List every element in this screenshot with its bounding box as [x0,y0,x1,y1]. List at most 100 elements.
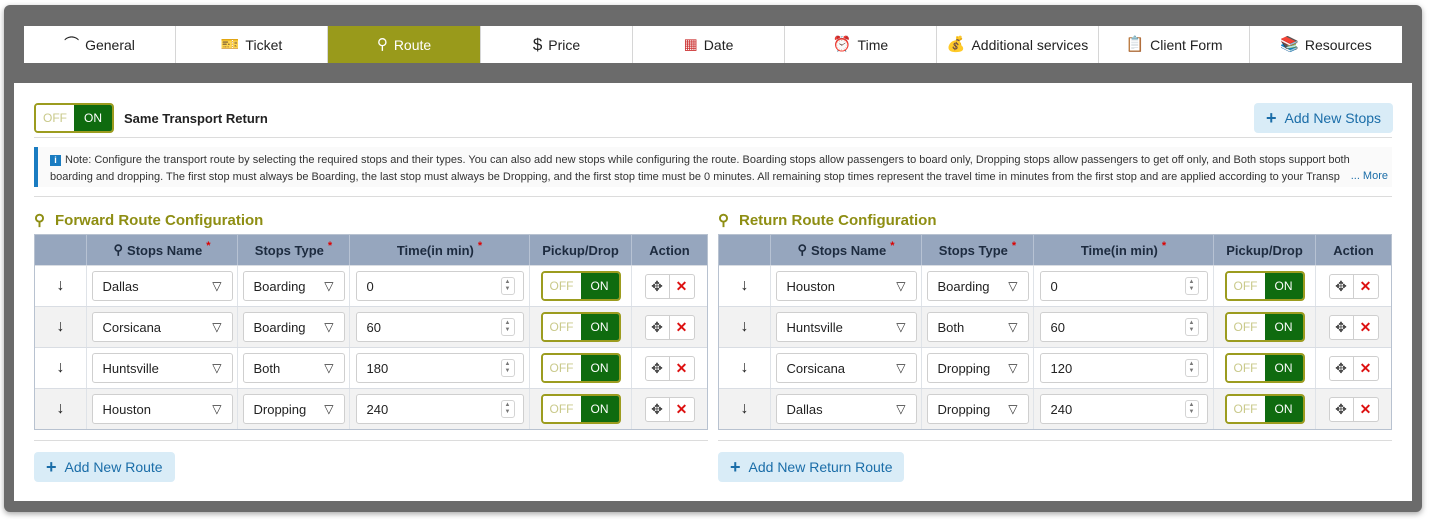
time-input[interactable]: 180 ▲ ▼ [355,353,524,383]
books-icon: 📚 [1280,36,1299,53]
add-new-route-button[interactable]: + Add New Route [34,452,175,482]
stop-name-select[interactable]: Houston ▽ [91,394,233,424]
move-icon[interactable]: ✥ [644,273,670,299]
tab-label: Time [857,36,889,53]
spinner-icon[interactable]: ▲ ▼ [1184,277,1199,295]
stop-type-value: Boarding [937,278,990,294]
stop-type-select[interactable]: Dropping ▽ [242,394,345,424]
spinner-icon[interactable]: ▲ ▼ [500,359,515,377]
stop-name-select[interactable]: Huntsville ▽ [775,312,917,342]
stop-name-select[interactable]: Huntsville ▽ [91,353,233,383]
tab-route[interactable]: ⚲ Route [328,26,481,63]
time-input[interactable]: 240 ▲ ▼ [355,394,524,424]
stop-type-select[interactable]: Dropping ▽ [926,394,1029,424]
toggle-on: ON [1264,273,1303,299]
stop-type-value: Both [253,360,281,376]
header-time: Time(in min) * [1034,235,1214,265]
chevron-down-icon: ▽ [896,402,906,416]
delete-icon[interactable]: ✕ [1353,355,1379,381]
pickup-drop-toggle[interactable]: OFF ON [540,312,621,342]
stop-type-select[interactable]: Both ▽ [926,312,1029,342]
chevron-down-icon: ▽ [212,320,222,334]
move-icon[interactable]: ✥ [1328,314,1354,340]
route-icon: ⚲ [718,212,729,229]
pickup-drop-toggle[interactable]: OFF ON [1224,353,1305,383]
stop-type-value: Dropping [937,360,991,376]
spinner-icon[interactable]: ▲ ▼ [1184,400,1199,418]
move-icon[interactable]: ✥ [1328,396,1354,422]
move-icon[interactable]: ✥ [644,355,670,381]
move-icon[interactable]: ✥ [644,314,670,340]
spinner-icon[interactable]: ▲ ▼ [500,400,515,418]
same-transport-toggle[interactable]: OFF ON [34,103,114,133]
chevron-down-icon: ▽ [212,402,222,416]
time-input[interactable]: 240 ▲ ▼ [1039,394,1208,424]
tab-price[interactable]: $ Price [481,26,633,63]
delete-icon[interactable]: ✕ [1353,273,1379,299]
tab-general[interactable]: ⌒ General [24,26,176,63]
clipboard-icon: 📋 [1125,36,1145,53]
plus-icon: + [46,457,57,477]
add-new-stops-button[interactable]: + Add New Stops [1254,103,1394,133]
stop-type-select[interactable]: Boarding ▽ [242,271,345,301]
time-input[interactable]: 60 ▲ ▼ [1039,312,1208,342]
tab-resources[interactable]: 📚 Resources [1250,26,1402,63]
header-label: Stops Name [811,242,887,258]
delete-icon[interactable]: ✕ [669,273,695,299]
required-mark: * [477,240,483,252]
pickup-drop-toggle[interactable]: OFF ON [540,271,621,301]
spinner-icon[interactable]: ▲ ▼ [500,318,515,336]
tab-time[interactable]: ⏰ Time [785,26,937,63]
tab-date[interactable]: ▦ Date [633,26,785,63]
pickup-drop-toggle[interactable]: OFF ON [1224,394,1305,424]
stop-name-value: Huntsville [786,319,843,335]
rainbow-icon: ⌒ [64,36,80,53]
time-input[interactable]: 120 ▲ ▼ [1039,353,1208,383]
stop-name-select[interactable]: Corsicana ▽ [91,312,233,342]
pickup-drop-toggle[interactable]: OFF ON [540,394,621,424]
time-input[interactable]: 0 ▲ ▼ [1039,271,1208,301]
move-icon[interactable]: ✥ [1328,355,1354,381]
required-mark: * [327,240,333,252]
stop-name-select[interactable]: Dallas ▽ [775,394,917,424]
toggle-on: ON [580,273,619,299]
delete-icon[interactable]: ✕ [669,355,695,381]
stop-type-select[interactable]: Dropping ▽ [926,353,1029,383]
tab-ticket[interactable]: 🎫 Ticket [176,26,328,63]
delete-icon[interactable]: ✕ [1353,396,1379,422]
stop-name-select[interactable]: Dallas ▽ [91,271,233,301]
table-row: ↓ Huntsville ▽ Both ▽ 180 ▲ ▼ OFF ON ✥ ✕ [35,347,707,388]
delete-icon[interactable]: ✕ [1353,314,1379,340]
required-mark: * [1011,240,1017,252]
spinner-icon[interactable]: ▲ ▼ [500,277,515,295]
stop-name-select[interactable]: Corsicana ▽ [775,353,917,383]
tab-additional-services[interactable]: 💰 Additional services [937,26,1099,63]
stop-name-value: Dallas [102,278,139,294]
move-icon[interactable]: ✥ [1328,273,1354,299]
return-route-title-text: Return Route Configuration [739,211,937,229]
chevron-down-icon: ▽ [1008,402,1018,416]
pickup-drop-toggle[interactable]: OFF ON [1224,271,1305,301]
time-input[interactable]: 0 ▲ ▼ [355,271,524,301]
more-link[interactable]: ... More [1346,168,1388,185]
pickup-drop-toggle[interactable]: OFF ON [1224,312,1305,342]
pickup-drop-toggle[interactable]: OFF ON [540,353,621,383]
header-label: Stops Type [254,242,324,258]
stop-type-value: Dropping [937,401,991,417]
add-new-return-route-button[interactable]: + Add New Return Route [718,452,905,482]
spinner-icon[interactable]: ▲ ▼ [1184,318,1199,336]
spinner-icon[interactable]: ▲ ▼ [1184,359,1199,377]
stop-type-select[interactable]: Boarding ▽ [242,312,345,342]
move-icon[interactable]: ✥ [644,396,670,422]
delete-icon[interactable]: ✕ [669,314,695,340]
tab-client-form[interactable]: 📋 Client Form [1099,26,1250,63]
toggle-on: ON [580,355,619,381]
tab-label: Resources [1304,36,1372,53]
stop-type-select[interactable]: Boarding ▽ [926,271,1029,301]
time-input[interactable]: 60 ▲ ▼ [355,312,524,342]
delete-icon[interactable]: ✕ [669,396,695,422]
stop-name-select[interactable]: Houston ▽ [775,271,917,301]
header-stops-name: ⚲ Stops Name * [771,235,922,265]
stop-type-select[interactable]: Both ▽ [242,353,345,383]
toggle-on: ON [1264,314,1303,340]
